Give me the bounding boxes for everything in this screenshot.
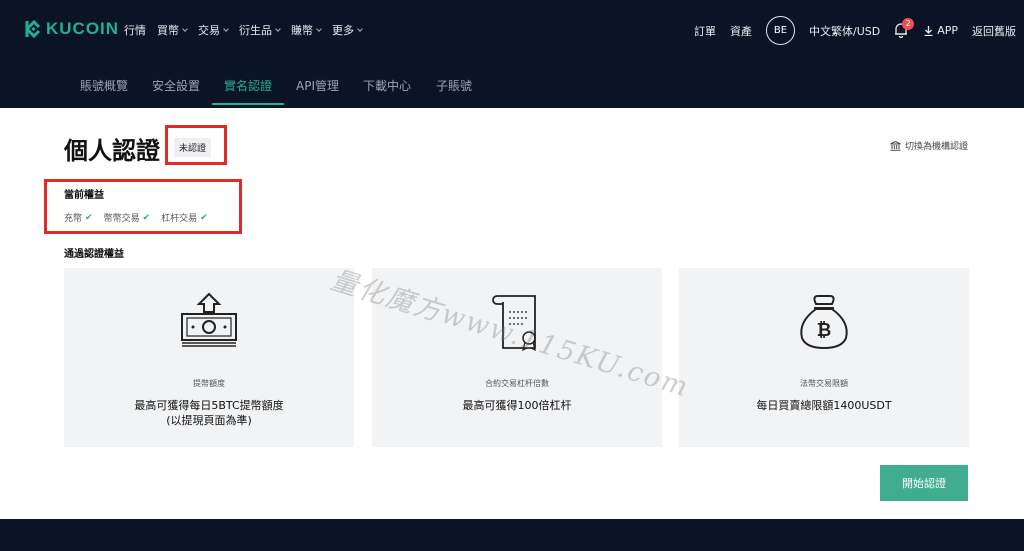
card-value-line1: 最高可獲得每日5BTC提幣額度 [134, 399, 284, 412]
orders-link[interactable]: 訂單 [694, 23, 716, 39]
nav-label: 交易 [198, 24, 220, 37]
assets-link[interactable]: 資產 [730, 23, 752, 39]
tab-sub-accounts[interactable]: 子賬號 [436, 77, 472, 94]
start-verification-button[interactable]: 開始認證 [880, 465, 968, 501]
withdraw-money-icon [181, 292, 237, 347]
notification-badge: 2 [902, 17, 915, 30]
main-nav: 行情 買幣 交易 衍生品 賺幣 更多 [124, 22, 363, 38]
brand-name: KUCOIN [46, 19, 120, 38]
switch-link-label: 切換為機構認證 [904, 142, 968, 152]
card-value-line2: (以提現頁面為準) [166, 414, 252, 427]
page-title: 個人認證 [64, 137, 160, 165]
old-version-link[interactable]: 返回舊版 [972, 23, 1016, 39]
nav-item-market[interactable]: 行情 [124, 22, 146, 38]
tab-identity-verification[interactable]: 實名認證 [224, 77, 272, 94]
contract-document-icon [492, 295, 536, 352]
card-label: 法幣交易限額 [800, 379, 848, 388]
bitcoin-bag-icon: ₿ [800, 295, 848, 350]
status-highlight-box [165, 125, 227, 165]
card-value-line1: 每日買賣總限額1400USDT [756, 399, 892, 412]
card-label: 提幣額度 [193, 379, 225, 388]
benefit-card-withdrawal: 提幣額度 最高可獲得每日5BTC提幣額度 (以提現頁面為準) [64, 268, 354, 447]
rights-highlight-box [44, 179, 242, 234]
avatar[interactable]: BE [765, 16, 795, 45]
download-icon [924, 25, 933, 36]
notifications-button[interactable]: 2 [894, 17, 915, 40]
chevron-down-icon [316, 25, 322, 32]
nav-label: 賺幣 [291, 24, 313, 37]
kucoin-logo[interactable]: KUCOIN [20, 18, 119, 40]
tab-download-center[interactable]: 下載中心 [363, 77, 411, 94]
card-value-line1: 最高可獲得100倍杠杆 [462, 399, 572, 412]
svg-text:₿: ₿ [817, 320, 832, 341]
footer-bar [0, 519, 1024, 551]
benefit-card-fiat-limit: ₿ 法幣交易限額 每日買賣總限額1400USDT [679, 268, 969, 447]
tab-security-settings[interactable]: 安全設置 [152, 77, 200, 94]
nav-label: 衍生品 [239, 24, 272, 37]
nav-label: 更多 [332, 24, 354, 37]
nav-item-more[interactable]: 更多 [332, 22, 363, 38]
card-value: 每日買賣總限額1400USDT [679, 398, 969, 413]
active-tab-indicator [212, 103, 284, 105]
card-value: 最高可獲得每日5BTC提幣額度 (以提現頁面為準) [64, 398, 354, 428]
app-download-link[interactable]: APP [924, 24, 958, 37]
nav-item-buy-crypto[interactable]: 買幣 [157, 22, 188, 38]
nav-item-earn[interactable]: 賺幣 [291, 22, 322, 38]
kucoin-logo-icon [25, 19, 41, 39]
chevron-down-icon [357, 25, 363, 32]
nav-label: 行情 [124, 24, 146, 37]
nav-item-derivatives[interactable]: 衍生品 [239, 22, 281, 38]
language-currency-selector[interactable]: 中文繁体/USD [809, 23, 880, 39]
switch-to-institutional-link[interactable]: 切換為機構認證 [890, 139, 968, 152]
chevron-down-icon [223, 25, 229, 32]
account-subnav: 賬號概覽 安全設置 實名認證 API管理 下載中心 子賬號 [0, 60, 1024, 108]
tab-api-management[interactable]: API管理 [296, 77, 339, 94]
chevron-down-icon [275, 25, 281, 32]
nav-item-trade[interactable]: 交易 [198, 22, 229, 38]
benefit-card-leverage: 合約交易杠杆倍數 最高可獲得100倍杠杆 [372, 268, 662, 447]
card-value: 最高可獲得100倍杠杆 [372, 398, 662, 413]
tab-account-overview[interactable]: 賬號概覽 [80, 77, 128, 94]
verified-rights-title: 通過認證權益 [64, 249, 124, 260]
bank-icon [890, 140, 901, 151]
right-nav: 訂單 資產 BE 中文繁体/USD 2 APP 返回舊版 [694, 16, 1016, 45]
chevron-down-icon [182, 25, 188, 32]
nav-label: 買幣 [157, 24, 179, 37]
card-label: 合約交易杠杆倍數 [485, 379, 549, 388]
top-navbar: KUCOIN 行情 買幣 交易 衍生品 賺幣 更多 訂單 資產 BE 中文繁体/… [0, 0, 1024, 60]
app-label: APP [937, 24, 958, 37]
